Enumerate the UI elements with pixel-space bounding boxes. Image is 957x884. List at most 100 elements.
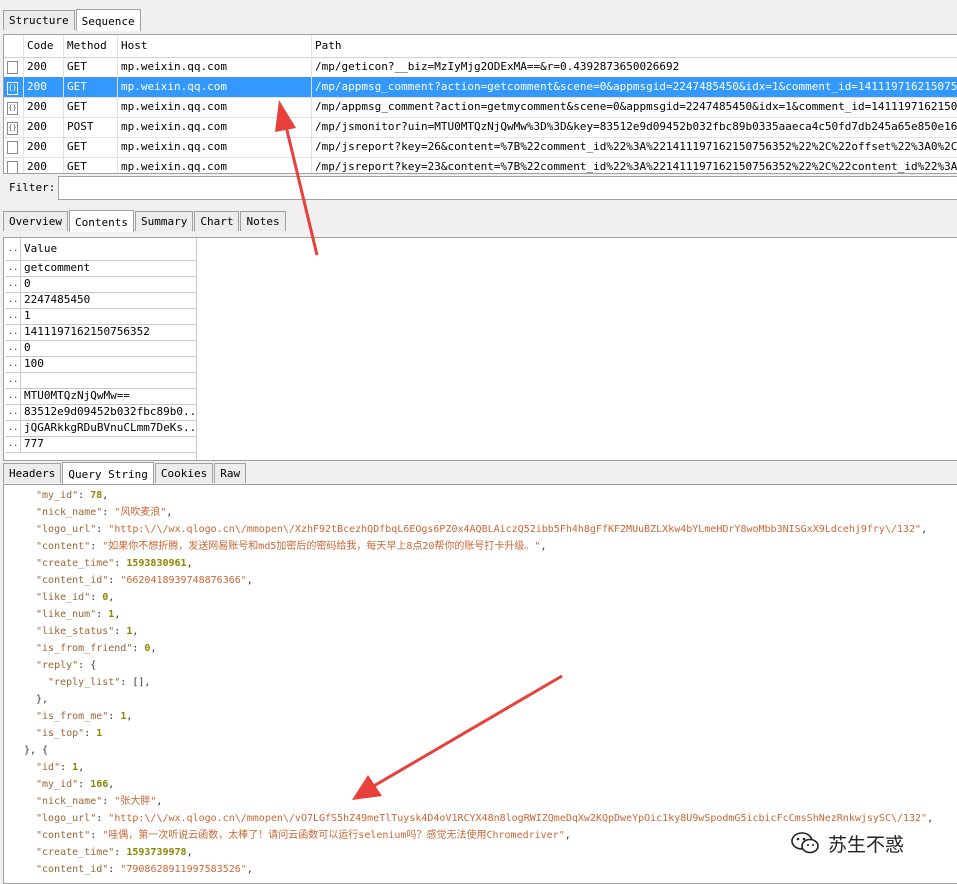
row-selector: .. [6, 340, 21, 356]
column-path[interactable]: Path [312, 35, 957, 57]
json-key: content_id [42, 575, 103, 586]
session-row[interactable]: {} 200 POST mp.weixin.qq.com/mp/jsmonitor?u… [4, 117, 957, 138]
cell-code: 200 [24, 57, 64, 77]
column-method[interactable]: Method [64, 35, 118, 57]
column-code[interactable]: Code [24, 35, 64, 57]
session-row[interactable]: 200 GET mp.weixin.qq.com/mp/jsreport?key=2… [4, 157, 957, 173]
tab-overview[interactable]: Overview [3, 211, 68, 231]
tab-query-string[interactable]: Query String [62, 462, 154, 484]
json-key: content [42, 830, 85, 841]
json-array: [] [132, 677, 145, 688]
value-row[interactable]: .. getcomment [6, 260, 196, 277]
json-line: "is_from_friend": 0, [36, 643, 157, 654]
watermark-text: 苏生不惑 [828, 833, 905, 856]
value-cell: 777 [24, 437, 44, 450]
value-row[interactable]: .. 83512e9d09452b032fbc89b0... [6, 404, 196, 421]
tab-cookies[interactable]: Cookies [154, 463, 214, 483]
row-selector: .. [6, 436, 21, 452]
json-line: "content_id": "7908628911997583526", [36, 864, 253, 875]
tab-headers[interactable]: Headers [3, 463, 62, 483]
column-host[interactable]: Host [118, 35, 312, 57]
cell-code: 200 [24, 157, 64, 173]
json-string: http:\/\/wx.qlogo.cn\/mmopen\/vO7LGfS5hZ… [114, 813, 922, 824]
json-line: }, [36, 691, 48, 708]
value-cell: 1411197162150756352 [24, 325, 150, 338]
filter-input[interactable] [58, 176, 957, 200]
json-key: my_id [42, 779, 73, 790]
tab-sequence[interactable]: Sequence [75, 9, 141, 31]
json-key: is_from_friend [42, 643, 127, 654]
row-icon-cell [4, 157, 24, 173]
json-key: like_id [42, 592, 85, 603]
json-line: "logo_url": "http:\/\/wx.qlogo.cn\/mmope… [36, 524, 928, 535]
value-row[interactable]: .. MTU0MTQzNjQwMw== [6, 388, 196, 405]
value-cell: MTU0MTQzNjQwMw== [24, 389, 130, 402]
row-selector: .. [6, 260, 21, 276]
json-string: 哇偶，第一次听说云函数，太棒了！请问云函数可以运行selenium吗？感觉无法使… [108, 830, 559, 841]
session-row[interactable]: 200 GET mp.weixin.qq.com/mp/geticon?__biz=… [4, 57, 957, 78]
json-string: 风吹麦浪 [120, 507, 161, 518]
cell-code: 200 [24, 137, 64, 157]
row-selector: .. [6, 356, 21, 372]
json-string: 如果你不想折腾，发送网易账号和md5加密后的密码给我，每天早上8点20帮你的账号… [108, 541, 535, 552]
cell-method: GET [64, 157, 118, 173]
json-key: create_time [42, 847, 109, 858]
row-header-cell: .. [6, 238, 21, 260]
tab-raw[interactable]: Raw [214, 463, 247, 483]
value-row[interactable]: .. 777 [6, 436, 196, 453]
row-icon-cell [4, 57, 24, 77]
json-key: my_id [42, 490, 73, 501]
json-brace: { [90, 660, 97, 671]
row-icon-cell: {} [4, 97, 24, 117]
column-value[interactable]: Value [24, 238, 196, 260]
json-line: "reply": { [36, 660, 97, 671]
cell-path: /mp/geticon?__biz=MzIyMjg2ODExMA==&r=0.4… [315, 60, 680, 73]
value-row[interactable]: .. 100 [6, 356, 196, 373]
value-cell: 100 [24, 357, 44, 370]
mid-tab-bar: Overview Contents Summary Chart Notes [3, 209, 287, 232]
tab-structure[interactable]: Structure [3, 10, 75, 30]
json-number: 78 [90, 490, 103, 501]
filter-bar: Filter: [0, 174, 957, 200]
row-selector: .. [6, 324, 21, 340]
value-row[interactable]: .. 0 [6, 276, 196, 293]
value-cell: jQGARkkgRDuBVnuCLmm7DeKs... [24, 421, 196, 434]
tab-chart[interactable]: Chart [194, 211, 240, 231]
value-row[interactable]: .. 0 [6, 340, 196, 357]
doc-icon [7, 61, 18, 74]
json-number: 1 [96, 728, 103, 739]
json-line: "create_time": 1593739978, [36, 847, 193, 858]
tab-contents[interactable]: Contents [68, 210, 134, 232]
json-line: "content_id": "6620418939748876366", [36, 575, 253, 586]
json-key: reply [42, 660, 73, 671]
contents-value-table: .. Value .. getcomment.. 0.. 2247485450.. 1.… [3, 237, 957, 461]
session-row[interactable]: 200 GET mp.weixin.qq.com/mp/jsreport?key=2… [4, 137, 957, 158]
json-key: is_top [42, 728, 79, 739]
value-row[interactable]: .. 1 [6, 308, 196, 325]
json-line: "logo_url": "http:\/\/wx.qlogo.cn\/mmope… [36, 813, 934, 824]
json-string: 6620418939748876366 [126, 575, 241, 586]
tab-notes[interactable]: Notes [240, 211, 286, 231]
value-cell: 1 [24, 309, 31, 322]
session-table-header: Code Method Host Path [4, 35, 957, 58]
cell-path: /mp/jsreport?key=23&content=%7B%22commen… [315, 160, 957, 173]
json-key: is_from_me [42, 711, 103, 722]
json-key: content_id [42, 864, 103, 875]
cell-host: mp.weixin.qq.com [118, 137, 312, 157]
value-row[interactable]: .. [6, 372, 196, 389]
json-key: like_status [42, 626, 109, 637]
cell-path: /mp/jsreport?key=26&content=%7B%22commen… [315, 140, 957, 153]
cell-code: 200 [24, 97, 64, 117]
session-row[interactable]: {} 200 GET mp.weixin.qq.com/mp/appmsg_comme… [4, 97, 957, 118]
row-selector: .. [6, 404, 21, 420]
value-row[interactable]: .. 2247485450 [6, 292, 196, 309]
json-key: create_time [42, 558, 109, 569]
json-number: 166 [90, 779, 109, 790]
session-row[interactable]: {} 200 GET mp.weixin.qq.com/mp/appmsg_comme… [4, 77, 957, 98]
cell-host: mp.weixin.qq.com [118, 57, 312, 77]
response-json-view[interactable]: "my_id": 78, "nick_name": "风吹麦浪", "logo_ur… [3, 484, 957, 884]
value-row[interactable]: .. 1411197162150756352 [6, 324, 196, 341]
cell-path: /mp/appmsg_comment?action=getmycomment&s… [315, 100, 957, 113]
value-row[interactable]: .. jQGARkkgRDuBVnuCLmm7DeKs... [6, 420, 196, 437]
tab-summary[interactable]: Summary [134, 211, 194, 231]
